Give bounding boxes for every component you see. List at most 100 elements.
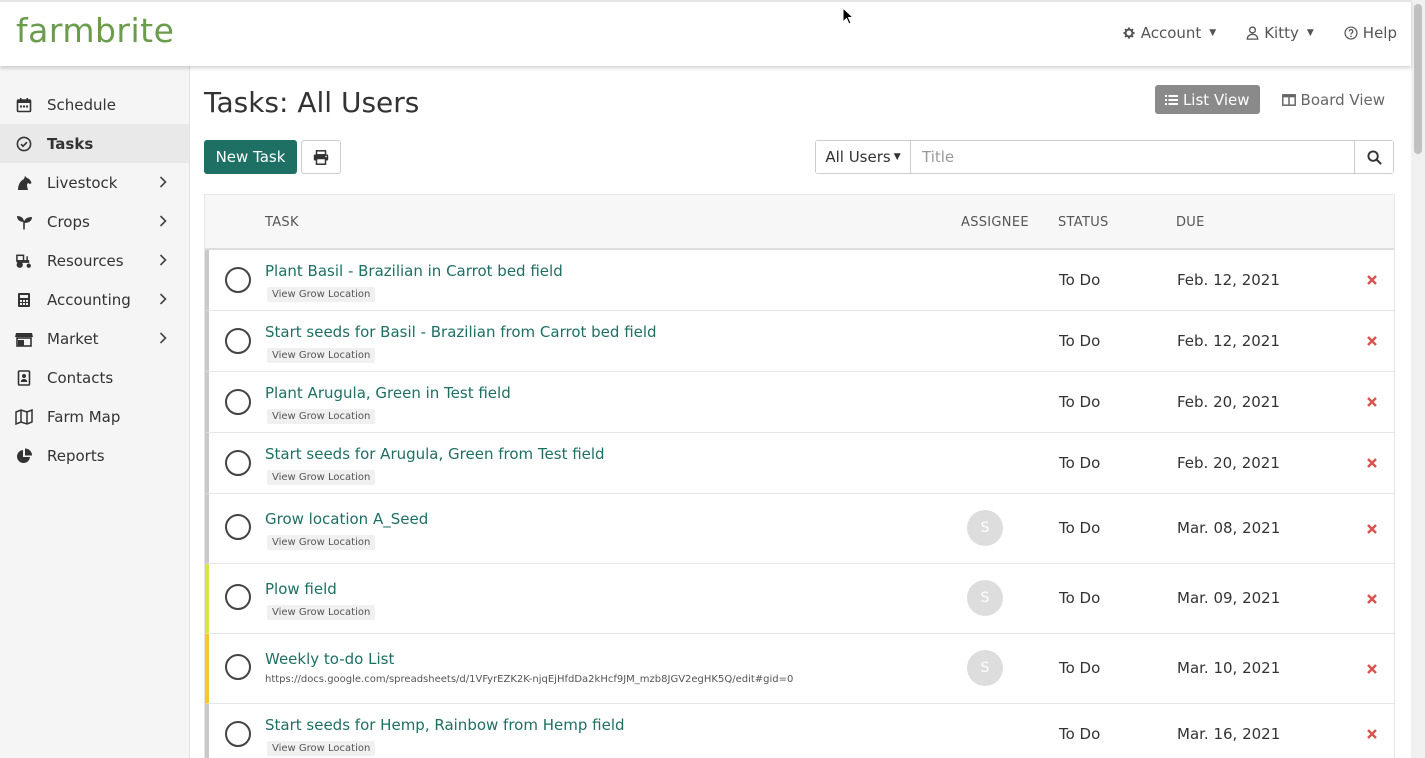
user-label: Kitty [1264,24,1299,42]
scrollbar-thumb[interactable] [1414,4,1422,154]
delete-icon[interactable] [1366,593,1378,605]
sidebar-item-label: Schedule [47,95,116,114]
sidebar: Schedule Tasks Livestock Crops Resources… [0,66,190,758]
delete-icon[interactable] [1366,274,1378,286]
view-grow-location-link[interactable]: View Grow Location [267,348,376,363]
complete-task-checkbox[interactable] [225,721,251,747]
sidebar-item-market[interactable]: Market [0,319,189,358]
complete-task-checkbox[interactable] [225,654,251,680]
delete-icon[interactable] [1366,728,1378,740]
task-description-link[interactable]: https://docs.google.com/spreadsheets/d/1… [265,674,793,685]
user-menu[interactable]: Kitty ▼ [1246,24,1314,42]
sidebar-item-crops[interactable]: Crops [0,202,189,241]
column-header-due[interactable]: DUE [1176,215,1205,230]
sidebar-item-reports[interactable]: Reports [0,436,189,475]
page-title: Tasks: All Users [204,86,420,119]
view-grow-location-link[interactable]: View Grow Location [267,287,376,302]
task-link[interactable]: Weekly to-do List [265,650,394,668]
account-menu[interactable]: Account ▼ [1122,24,1216,42]
address-book-icon [15,369,33,387]
sidebar-item-schedule[interactable]: Schedule [0,85,189,124]
sidebar-item-tasks[interactable]: Tasks [0,124,189,163]
table-row: Plant Arugula, Green in Test field View … [205,372,1394,433]
view-grow-location-link[interactable]: View Grow Location [267,409,376,424]
complete-task-checkbox[interactable] [225,267,251,293]
complete-task-checkbox[interactable] [225,514,251,540]
task-link[interactable]: Start seeds for Basil - Brazilian from C… [265,323,657,341]
complete-task-checkbox[interactable] [225,450,251,476]
assignee-avatar: S [967,510,1003,546]
delete-icon[interactable] [1366,396,1378,408]
user-filter-dropdown[interactable]: All Users ▼ [816,141,911,173]
delete-icon[interactable] [1366,457,1378,469]
chevron-right-icon [159,176,167,188]
task-due-date: Mar. 16, 2021 [1177,725,1281,743]
column-header-task[interactable]: TASK [265,215,299,230]
sidebar-item-accounting[interactable]: Accounting [0,280,189,319]
sidebar-item-contacts[interactable]: Contacts [0,358,189,397]
task-status: To Do [1059,271,1101,289]
table-row: Start seeds for Hemp, Rainbow from Hemp … [205,704,1394,758]
task-due-date: Feb. 20, 2021 [1177,454,1280,472]
caret-down-icon: ▼ [893,152,901,162]
sidebar-item-label: Contacts [47,368,114,387]
task-status: To Do [1059,332,1101,350]
new-task-button[interactable]: New Task [204,140,297,174]
calendar-icon [15,96,33,114]
board-view-label: Board View [1300,91,1385,109]
delete-icon[interactable] [1366,523,1378,535]
sidebar-item-label: Accounting [47,290,131,309]
check-circle-icon [15,135,33,153]
task-link[interactable]: Plow field [265,580,337,598]
table-row: Start seeds for Arugula, Green from Test… [205,433,1394,494]
store-icon [15,330,33,348]
task-due-date: Feb. 12, 2021 [1177,332,1280,350]
farmbrite-logo[interactable]: farmbrite [16,11,174,50]
print-icon [313,149,329,165]
page-scrollbar[interactable] [1411,0,1425,758]
task-link[interactable]: Plant Basil - Brazilian in Carrot bed fi… [265,262,563,280]
view-grow-location-link[interactable]: View Grow Location [267,535,376,550]
sidebar-item-livestock[interactable]: Livestock [0,163,189,202]
view-grow-location-link[interactable]: View Grow Location [267,741,376,756]
map-icon [15,408,33,426]
view-grow-location-link[interactable]: View Grow Location [267,470,376,485]
delete-icon[interactable] [1366,335,1378,347]
sidebar-item-resources[interactable]: Resources [0,241,189,280]
sidebar-item-label: Resources [47,251,124,270]
table-row: Start seeds for Basil - Brazilian from C… [205,311,1394,372]
calculator-icon [15,291,33,309]
list-view-button[interactable]: List View [1154,85,1260,114]
question-circle-icon [1344,26,1358,40]
seedling-icon [15,213,33,231]
task-link[interactable]: Start seeds for Arugula, Green from Test… [265,445,605,463]
task-due-date: Mar. 08, 2021 [1177,519,1281,537]
help-link[interactable]: Help [1344,24,1397,42]
title-search-input[interactable] [911,141,1354,173]
print-button[interactable] [301,140,341,174]
task-link[interactable]: Start seeds for Hemp, Rainbow from Hemp … [265,716,625,734]
task-filter: All Users ▼ [815,140,1394,174]
delete-icon[interactable] [1366,663,1378,675]
sidebar-item-label: Market [47,329,99,348]
columns-icon [1281,94,1296,106]
sidebar-item-farm-map[interactable]: Farm Map [0,397,189,436]
task-status: To Do [1059,454,1101,472]
complete-task-checkbox[interactable] [225,328,251,354]
search-button[interactable] [1354,141,1393,173]
board-view-button[interactable]: Board View [1272,85,1395,115]
task-link[interactable]: Grow location A_Seed [265,510,428,528]
column-header-status[interactable]: STATUS [1058,215,1109,230]
complete-task-checkbox[interactable] [225,389,251,415]
chevron-right-icon [159,293,167,305]
column-header-assignee[interactable]: ASSIGNEE [961,215,1029,230]
chevron-right-icon [159,332,167,344]
sidebar-item-label: Livestock [47,173,118,192]
view-grow-location-link[interactable]: View Grow Location [267,605,376,620]
assignee-avatar: S [967,650,1003,686]
gear-icon [1123,27,1135,39]
task-link[interactable]: Plant Arugula, Green in Test field [265,384,511,402]
table-row: Weekly to-do List https://docs.google.co… [205,634,1394,704]
complete-task-checkbox[interactable] [225,584,251,610]
top-nav: Account ▼ Kitty ▼ Help [1122,24,1397,42]
